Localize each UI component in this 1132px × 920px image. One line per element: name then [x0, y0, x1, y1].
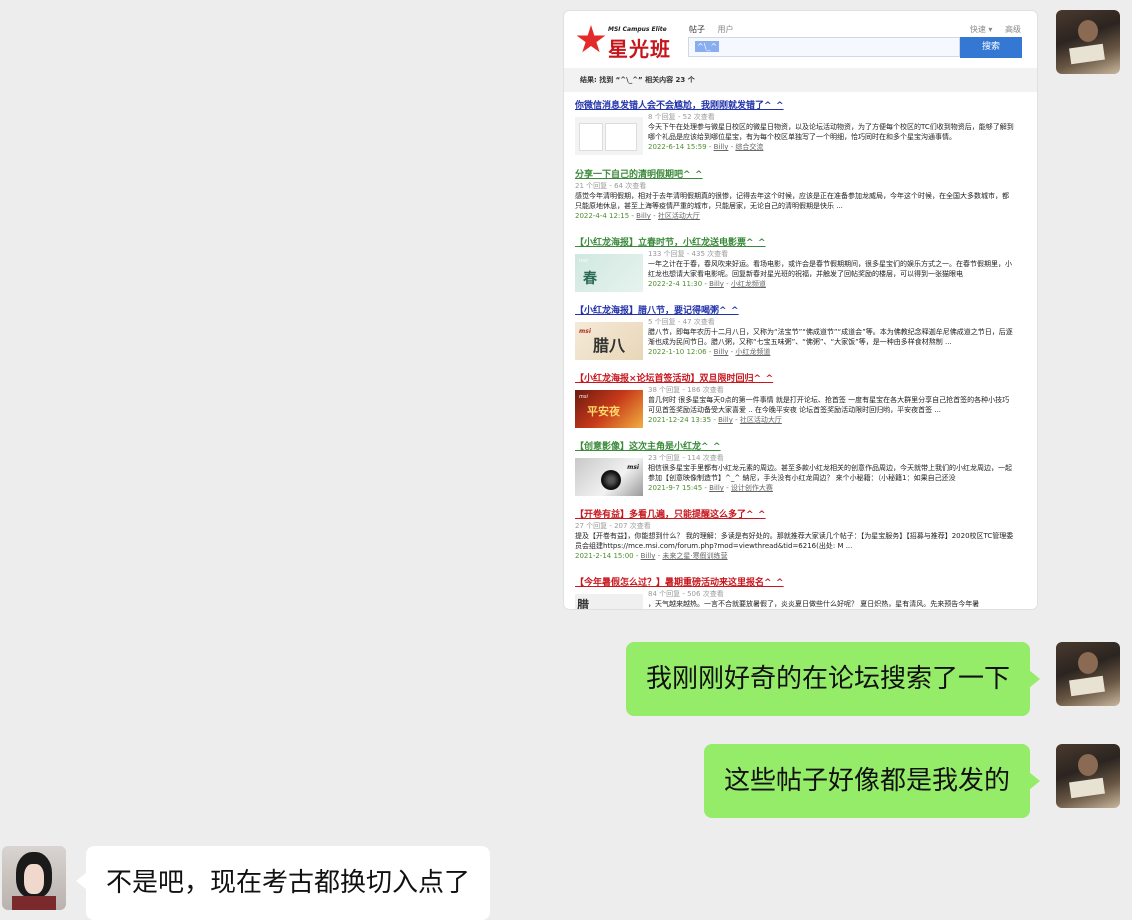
- message-bubble-outgoing[interactable]: 这些帖子好像都是我发的: [703, 744, 1041, 818]
- result-footer: 2022-6-14 15:59 - Billy - 综合交流: [648, 143, 764, 151]
- result-meta: 84 个回复 - 506 次查看: [648, 590, 724, 598]
- result-title: 【开卷有益】多看几遍，只能提醒这么多了^_^: [575, 510, 766, 520]
- result-title: 【创意影像】这次主角是小红龙^_^: [575, 442, 721, 452]
- result-footer: 2021-9-7 15:45 - Billy - 设计创作大赛: [648, 484, 773, 492]
- result-meta: 21 个回复 - 64 次查看: [575, 182, 647, 190]
- result-title: 【小红龙海报】立春时节，小红龙送电影票^_^: [575, 238, 766, 248]
- result-thumbnail: 腊: [575, 594, 643, 609]
- result-title: 【小红龙海报】腊八节，要记得喝粥^_^: [575, 306, 739, 316]
- result-title: 你微信消息发错人会不会尴尬，我刚刚就发错了^_^: [575, 101, 784, 111]
- result-meta: 133 个回复 - 435 次查看: [648, 250, 729, 258]
- result-footer: 2022-1-10 12:06 - Billy - 小红龙频道: [648, 348, 771, 356]
- logo-title: 星光班: [608, 37, 671, 61]
- result-meta: 23 个回复 - 114 次查看: [648, 454, 724, 462]
- result-footer: 2021-2-14 15:00 - Billy - 未来之星·寒假训练营: [575, 552, 728, 560]
- search-tabs: 帖子 用户: [689, 24, 744, 35]
- avatar-self[interactable]: [1056, 10, 1120, 74]
- search-query: ^\_^: [695, 41, 720, 52]
- advanced-option: 高级: [1005, 25, 1021, 34]
- search-button: 搜索: [960, 37, 1022, 58]
- avatar-contact[interactable]: [2, 846, 66, 910]
- result-meta: 27 个回复 - 207 次查看: [575, 522, 651, 530]
- search-result: 【今年暑假怎么过？】暑期重磅活动来这里报名^_^ 腊 84 个回复 - 506 …: [575, 577, 1015, 609]
- tab-users: 用户: [717, 25, 734, 34]
- result-snippet: ，天气越来越热。一言不合就要放暑假了，炎炎夏日做些什么好呢？ 夏日炽热，星有清风…: [648, 600, 980, 608]
- search-result: 【开卷有益】多看几遍，只能提醒这么多了^_^ 27 个回复 - 207 次查看 …: [575, 509, 1015, 561]
- result-footer: 2021-12-24 13:35 - Billy - 社区活动大厅: [648, 416, 782, 424]
- result-footer: 2022-2-4 11:30 - Billy - 小红龙频道: [648, 280, 766, 288]
- result-footer: 2022-4-4 12:15 - Billy - 社区活动大厅: [575, 212, 700, 220]
- result-snippet: 腊八节，即每年农历十二月八日，又称为“法宝节”“佛成道节”“成道会”等。本为佛教…: [648, 328, 1013, 346]
- search-result: 分享一下自己的清明假期吧^_^ 21 个回复 - 64 次查看 感觉今年清明假期…: [575, 169, 1015, 221]
- search-input: ^\_^: [688, 37, 960, 57]
- search-options: 快速 ▾ 高级: [960, 24, 1021, 35]
- msi-star-logo-icon: [576, 25, 606, 53]
- result-snippet: 曾几何时 很多星宝每天0点的第一件事情 就是打开论坛、抢首签 一度有星宝在各大群…: [648, 396, 1010, 414]
- result-summary: 结果: 找到 “^\_^” 相关内容 23 个: [564, 68, 1037, 92]
- result-title: 【今年暑假怎么过？】暑期重磅活动来这里报名^_^: [575, 578, 784, 588]
- message-bubble-outgoing[interactable]: 我刚刚好奇的在论坛搜索了一下: [625, 642, 1041, 716]
- result-thumbnail: msi 平安夜: [575, 390, 643, 428]
- search-result: 【小红龙海报×论坛首签活动】双旦限时回归^_^ msi 平安夜 38 个回复 -…: [575, 373, 1015, 428]
- quick-option: 快速 ▾: [969, 25, 993, 34]
- forum-header: MSI Campus Elite 星光班 帖子 用户 快速 ▾ 高级 ^\_^ …: [564, 11, 1037, 67]
- shared-screenshot-image[interactable]: MSI Campus Elite 星光班 帖子 用户 快速 ▾ 高级 ^\_^ …: [563, 10, 1038, 610]
- result-meta: 8 个回复 - 52 次查看: [648, 113, 715, 121]
- result-snippet: 感觉今年清明假期，相对于去年清明假期真的很惨，记得去年这个时候，应该是正在准备参…: [575, 192, 1009, 210]
- avatar-self[interactable]: [1056, 642, 1120, 706]
- result-thumbnail: msi: [575, 458, 643, 496]
- search-result: 你微信消息发错人会不会尴尬，我刚刚就发错了^_^ 8 个回复 - 52 次查看 …: [575, 100, 1015, 155]
- result-thumbnail: [575, 117, 643, 155]
- search-result: 【小红龙海报】立春时节，小红龙送电影票^_^ msi 春 133 个回复 - 4…: [575, 237, 1015, 292]
- result-thumbnail: msi 春: [575, 254, 643, 292]
- result-thumbnail: msi 腊八: [575, 322, 643, 360]
- result-meta: 38 个回复 - 186 次查看: [648, 386, 724, 394]
- search-result: 【创意影像】这次主角是小红龙^_^ msi 23 个回复 - 114 次查看 相…: [575, 441, 1015, 496]
- result-snippet: 提及【开卷有益】，你能想到什么？ 我的理解：多读是有好处的。那就推荐大家读几个帖…: [575, 532, 1014, 550]
- logo-subtitle: MSI Campus Elite: [608, 26, 667, 33]
- search-result: 【小红龙海报】腊八节，要记得喝粥^_^ msi 腊八 5 个回复 - 47 次查…: [575, 305, 1015, 360]
- tab-posts: 帖子: [689, 25, 705, 34]
- result-snippet: 今天下午在处理参与微星日校区的微星日物资，以及论坛活动物资，为了方便每个校区的T…: [648, 123, 1014, 141]
- message-bubble-incoming[interactable]: 不是吧，现在考古都换切入点了: [75, 846, 491, 920]
- result-title: 【小红龙海报×论坛首签活动】双旦限时回归^_^: [575, 374, 774, 384]
- result-snippet: 一年之计在于春，春风吹来好运。看场电影，或许会是春节假期期间，很多星宝们的娱乐方…: [648, 260, 1012, 278]
- result-snippet: 相信很多星宝手里都有小红龙元素的周边。甚至多款小红龙相关的创意作品周边，今天就带…: [648, 464, 1012, 482]
- avatar-self[interactable]: [1056, 744, 1120, 808]
- result-meta: 5 个回复 - 47 次查看: [648, 318, 715, 326]
- result-title: 分享一下自己的清明假期吧^_^: [575, 170, 703, 180]
